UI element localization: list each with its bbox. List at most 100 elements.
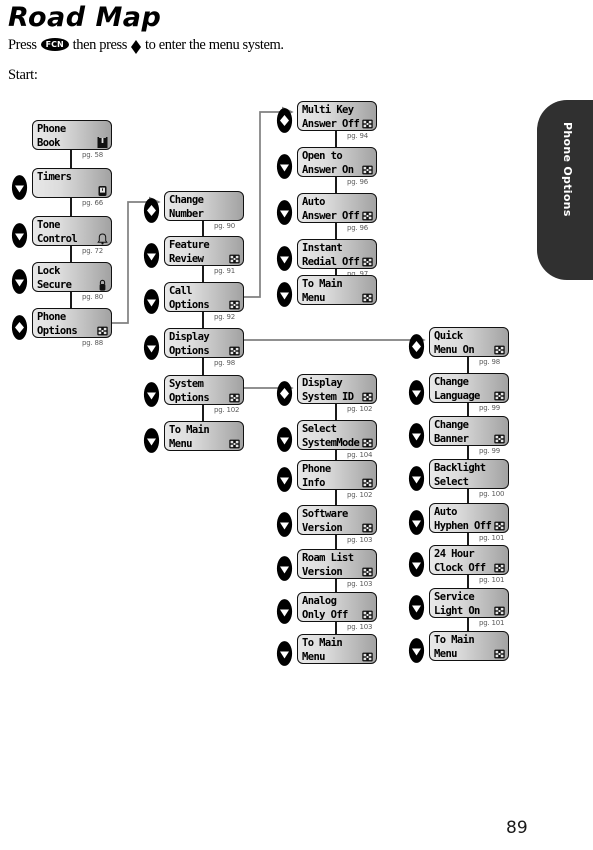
menu-item-box[interactable]: Call Options	[164, 282, 244, 312]
lock-icon	[97, 278, 108, 290]
nav-down-key-icon[interactable]	[276, 426, 293, 448]
menu-item-box[interactable]: System Options	[164, 375, 244, 405]
menu-item-box[interactable]: Select SystemMode	[297, 420, 377, 450]
nav-down-key-icon[interactable]	[276, 555, 293, 577]
sibling-connector-stem	[335, 131, 337, 147]
menu-item-label: To Main Menu	[302, 277, 342, 305]
page-reference: pg. 103	[347, 623, 372, 631]
menu-item-box[interactable]: Change Banner	[429, 416, 509, 446]
page-reference: pg. 99	[479, 404, 500, 412]
menu-item-box[interactable]: Auto Hyphen Off	[429, 503, 509, 533]
nav-down-key-icon[interactable]	[408, 637, 425, 659]
nav-down-key-icon[interactable]	[408, 509, 425, 531]
nav-down-key-icon[interactable]	[408, 594, 425, 616]
menu-item-box[interactable]: Lock Secure	[32, 262, 112, 292]
options-icon	[494, 604, 505, 616]
sibling-connector-stem	[467, 489, 469, 503]
nav-down-key-icon[interactable]	[276, 598, 293, 620]
menu-item-box[interactable]: Instant Redial Off	[297, 239, 377, 269]
page-reference: pg. 99	[479, 447, 500, 455]
nav-down-key-icon[interactable]	[276, 199, 293, 221]
menu-item-box[interactable]: Multi Key Answer Off	[297, 101, 377, 131]
nav-down-key-icon[interactable]	[276, 511, 293, 533]
menu-item-label: Phone Book	[37, 122, 66, 150]
nav-down-key-icon[interactable]	[408, 465, 425, 487]
sibling-connector-stem	[467, 403, 469, 416]
nav-down-key-icon[interactable]	[143, 427, 160, 449]
nav-select-key-icon[interactable]	[408, 333, 425, 355]
page-reference: pg. 101	[479, 619, 504, 627]
options-icon	[362, 255, 373, 267]
options-icon	[362, 608, 373, 620]
menu-item-box[interactable]: Feature Review	[164, 236, 244, 266]
nav-select-key-icon[interactable]	[143, 197, 160, 219]
menu-item-box[interactable]: Display Options	[164, 328, 244, 358]
menu-item-label: Tone Control	[37, 218, 77, 246]
menu-item-box[interactable]: To Main Menu	[297, 275, 377, 305]
page-reference: pg. 100	[479, 490, 504, 498]
menu-item-box[interactable]: Open to Answer On	[297, 147, 377, 177]
menu-item-label: Service Light On	[434, 590, 480, 618]
nav-down-key-icon[interactable]	[408, 551, 425, 573]
nav-down-key-icon[interactable]	[11, 268, 28, 290]
nav-down-key-icon[interactable]	[276, 466, 293, 488]
nav-select-key-icon[interactable]	[276, 380, 293, 402]
menu-item-box[interactable]: Phone Book	[32, 120, 112, 150]
bell-icon	[97, 232, 108, 244]
sibling-connector-stem	[335, 177, 337, 193]
menu-item-box[interactable]: To Main Menu	[164, 421, 244, 451]
options-icon	[362, 163, 373, 175]
sibling-connector-stem	[467, 575, 469, 588]
nav-down-key-icon[interactable]	[143, 288, 160, 310]
timer-icon	[97, 184, 108, 196]
menu-item-box[interactable]: Display System ID	[297, 374, 377, 404]
sibling-connector-stem	[70, 150, 72, 168]
sibling-connector-stem	[335, 535, 337, 549]
sibling-connector-stem	[202, 405, 204, 421]
nav-down-key-icon[interactable]	[276, 281, 293, 303]
nav-down-key-icon[interactable]	[11, 174, 28, 196]
options-icon	[494, 432, 505, 444]
menu-item-box[interactable]: Change Language	[429, 373, 509, 403]
nav-select-key-icon[interactable]	[276, 107, 293, 129]
page-reference: pg. 80	[82, 293, 103, 301]
nav-down-key-icon[interactable]	[143, 334, 160, 356]
sibling-connector-stem	[70, 292, 72, 308]
nav-down-key-icon[interactable]	[276, 153, 293, 175]
sibling-connector-stem	[335, 404, 337, 420]
page-reference: pg. 72	[82, 247, 103, 255]
nav-down-key-icon[interactable]	[276, 245, 293, 267]
sibling-connector-stem	[335, 450, 337, 460]
nav-down-key-icon[interactable]	[11, 222, 28, 244]
menu-item-box[interactable]: Phone Info	[297, 460, 377, 490]
nav-down-key-icon[interactable]	[143, 381, 160, 403]
menu-item-box[interactable]: To Main Menu	[429, 631, 509, 661]
menu-item-box[interactable]: Auto Answer Off	[297, 193, 377, 223]
options-icon	[362, 436, 373, 448]
nav-down-key-icon[interactable]	[408, 379, 425, 401]
nav-down-key-icon[interactable]	[276, 640, 293, 662]
page-reference: pg. 58	[82, 151, 103, 159]
menu-item-label: Lock Secure	[37, 264, 71, 292]
nav-down-key-icon[interactable]	[143, 242, 160, 264]
options-icon	[494, 389, 505, 401]
nav-select-key-icon[interactable]	[11, 314, 28, 336]
menu-item-label: Change Language	[434, 375, 480, 403]
menu-item-box[interactable]: Timers	[32, 168, 112, 198]
nav-down-key-icon[interactable]	[408, 422, 425, 444]
menu-item-box[interactable]: Software Version	[297, 505, 377, 535]
menu-item-label: Call Options	[169, 284, 209, 312]
menu-item-box[interactable]: Roam List Version	[297, 549, 377, 579]
menu-item-box[interactable]: To Main Menu	[297, 634, 377, 664]
menu-item-label: Quick Menu On	[434, 329, 474, 357]
menu-item-box[interactable]: Phone Options	[32, 308, 112, 338]
menu-item-box[interactable]: Backlight Select	[429, 459, 509, 489]
menu-item-box[interactable]: 24 Hour Clock Off	[429, 545, 509, 575]
menu-item-box[interactable]: Analog Only Off	[297, 592, 377, 622]
sibling-connector-stem	[335, 223, 337, 239]
menu-item-box[interactable]: Service Light On	[429, 588, 509, 618]
sibling-connector-stem	[335, 622, 337, 634]
menu-item-box[interactable]: Quick Menu On	[429, 327, 509, 357]
menu-item-box[interactable]: Tone Control	[32, 216, 112, 246]
menu-item-box[interactable]: Change Number	[164, 191, 244, 221]
